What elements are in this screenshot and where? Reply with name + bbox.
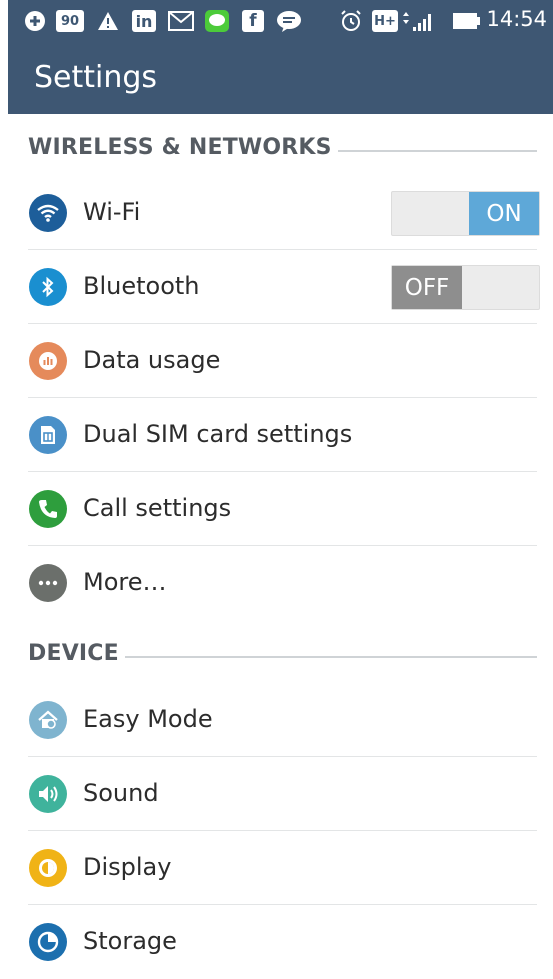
more-icon — [29, 564, 67, 602]
settings-item-label: Display — [83, 853, 172, 881]
section-divider — [124, 656, 537, 658]
chat-bubble-icon — [276, 10, 302, 32]
settings-item-label: Wi-Fi — [83, 198, 141, 226]
page-title: Settings — [34, 60, 158, 95]
settings-item-wifi[interactable]: Wi-Fi ON — [0, 176, 553, 250]
settings-item-data-usage[interactable]: Data usage — [0, 324, 553, 398]
settings-item-bluetooth[interactable]: Bluetooth OFF — [0, 250, 553, 324]
signal-icon — [400, 10, 434, 32]
plus-icon — [24, 10, 46, 32]
section-divider — [337, 150, 537, 152]
settings-item-label: Sound — [83, 779, 159, 807]
battery-icon — [452, 10, 482, 32]
easy-mode-icon — [29, 701, 67, 739]
sim-card-icon — [29, 416, 67, 454]
storage-icon — [29, 923, 67, 961]
speaker-icon — [29, 775, 67, 813]
settings-item-label: Easy Mode — [83, 705, 213, 733]
settings-item-storage[interactable]: Storage — [0, 905, 553, 979]
brightness-icon — [29, 849, 67, 887]
wifi-icon — [29, 194, 67, 232]
data-usage-icon — [29, 342, 67, 380]
warning-icon — [96, 10, 120, 32]
bluetooth-toggle-state: OFF — [392, 266, 462, 309]
section-header-device: DEVICE — [28, 636, 537, 670]
wifi-toggle[interactable]: ON — [391, 191, 540, 236]
settings-item-more[interactable]: More… — [0, 546, 553, 620]
section-header-label: WIRELESS & NETWORKS — [28, 134, 332, 160]
facebook-icon: f — [242, 10, 264, 32]
section-header-label: DEVICE — [28, 640, 119, 666]
settings-item-sound[interactable]: Sound — [0, 757, 553, 831]
line-app-icon — [204, 10, 230, 32]
wifi-toggle-state: ON — [469, 192, 539, 235]
settings-item-label: Storage — [83, 927, 177, 955]
status-bar: 90 in f H+ 14:54 — [8, 0, 553, 44]
clock: 14:54 — [486, 7, 547, 31]
settings-item-label: More… — [83, 568, 167, 596]
settings-item-call-settings[interactable]: Call settings — [0, 472, 553, 546]
app-bar: Settings — [8, 44, 553, 114]
network-type-icon: H+ — [372, 10, 398, 32]
settings-item-label: Call settings — [83, 494, 232, 522]
section-header-wireless: WIRELESS & NETWORKS — [28, 130, 537, 164]
settings-item-label: Data usage — [83, 346, 221, 374]
settings-item-display[interactable]: Display — [0, 831, 553, 905]
settings-item-dual-sim[interactable]: Dual SIM card settings — [0, 398, 553, 472]
linkedin-icon: in — [132, 10, 156, 32]
settings-item-label: Bluetooth — [83, 272, 200, 300]
settings-item-easy-mode[interactable]: Easy Mode — [0, 683, 553, 757]
bluetooth-icon — [29, 268, 67, 306]
90-badge-icon: 90 — [56, 10, 84, 32]
bluetooth-toggle[interactable]: OFF — [391, 265, 540, 310]
phone-icon — [29, 490, 67, 528]
settings-item-label: Dual SIM card settings — [83, 420, 353, 448]
mail-icon — [168, 10, 194, 32]
alarm-icon — [338, 10, 364, 32]
